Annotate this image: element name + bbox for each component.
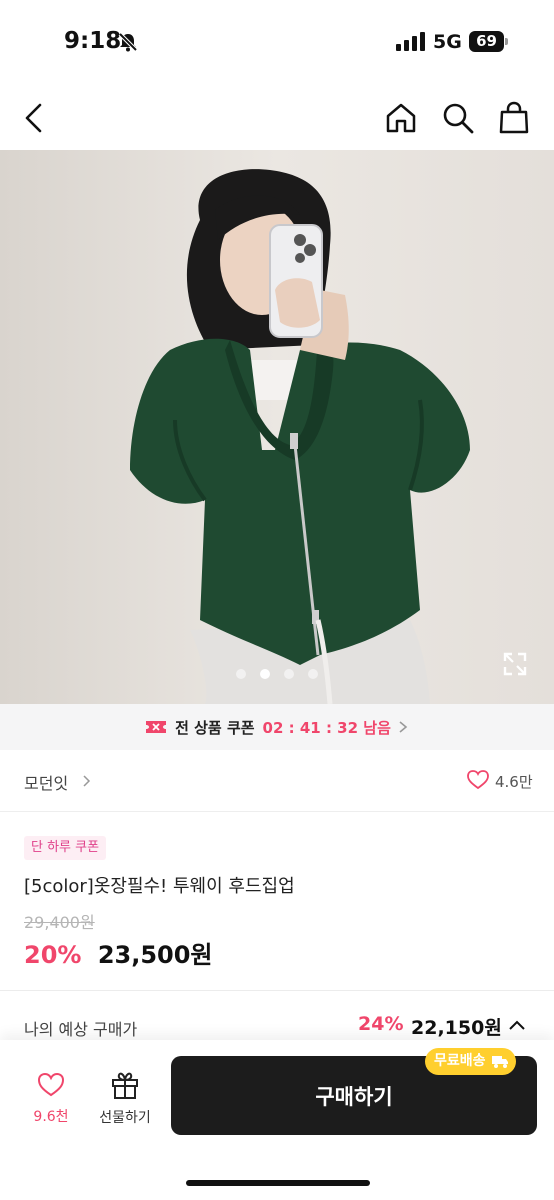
free-shipping-badge: 무료배송 (425, 1048, 516, 1075)
gift-label: 선물하기 (99, 1110, 151, 1126)
status-time: 9:18 (64, 28, 122, 54)
heart-icon (37, 1072, 65, 1097)
product-title: [5color]옷장필수! 투웨이 후드집업 (24, 876, 295, 897)
free-shipping-label: 무료배송 (434, 1053, 486, 1069)
brand-row: 모던잇 4.6만 (0, 750, 554, 812)
wish-count: 9.6천 (33, 1109, 69, 1125)
home-indicator[interactable] (186, 1180, 370, 1186)
coupon-icon (146, 721, 167, 733)
brand-like-count: 4.6만 (495, 773, 533, 791)
truck-icon (491, 1056, 508, 1068)
discount-rate: 20% (24, 941, 82, 969)
top-nav (0, 86, 554, 150)
heart-icon[interactable] (467, 770, 489, 790)
bell-muted-icon (118, 32, 138, 52)
expand-icon[interactable] (502, 651, 528, 677)
product-image[interactable] (0, 150, 554, 704)
battery-level: 69 (476, 32, 497, 50)
chevron-right-icon (399, 721, 408, 733)
chevron-up-icon[interactable] (508, 1019, 526, 1031)
battery-icon: 69 (469, 31, 509, 53)
price-row: 20% 23,500원 (24, 935, 213, 970)
sale-price: 23,500원 (97, 941, 213, 969)
expected-price-label: 나의 예상 구매가 (24, 1020, 138, 1039)
cellular-signal-icon (396, 32, 425, 51)
carousel-dot[interactable] (308, 669, 318, 679)
status-bar: 9:18 5G 69 (0, 0, 554, 86)
chevron-right-icon[interactable] (82, 775, 91, 787)
shopping-bag-icon[interactable] (496, 100, 532, 136)
coupon-badge: 단 하루 쿠폰 (24, 836, 107, 860)
coupon-banner-label: 전 상품 쿠폰 (175, 718, 255, 737)
home-icon[interactable] (383, 100, 419, 136)
wishlist-button[interactable]: 9.6천 (26, 1072, 76, 1126)
carousel-dot[interactable] (236, 669, 246, 679)
carousel-dot-active[interactable] (260, 669, 270, 679)
product-photo (0, 150, 554, 704)
expected-price-row[interactable]: 나의 예상 구매가 24% 22,150원 (0, 1000, 554, 1040)
coupon-banner[interactable]: 전 상품 쿠폰 02 : 41 : 32 남음 (0, 704, 554, 750)
carousel-dot[interactable] (284, 669, 294, 679)
divider (0, 990, 554, 991)
search-icon[interactable] (440, 100, 476, 136)
network-type: 5G (433, 31, 462, 53)
expected-discount-rate: 24% (358, 1013, 404, 1035)
expected-price: 22,150원 (411, 1017, 502, 1039)
original-price: 29,400원 (24, 913, 95, 932)
back-icon[interactable] (16, 100, 52, 136)
coupon-timer: 02 : 41 : 32 남음 (262, 718, 391, 737)
gift-icon (112, 1072, 138, 1099)
gift-button[interactable]: 선물하기 (90, 1070, 160, 1127)
brand-name[interactable]: 모던잇 (24, 770, 68, 794)
